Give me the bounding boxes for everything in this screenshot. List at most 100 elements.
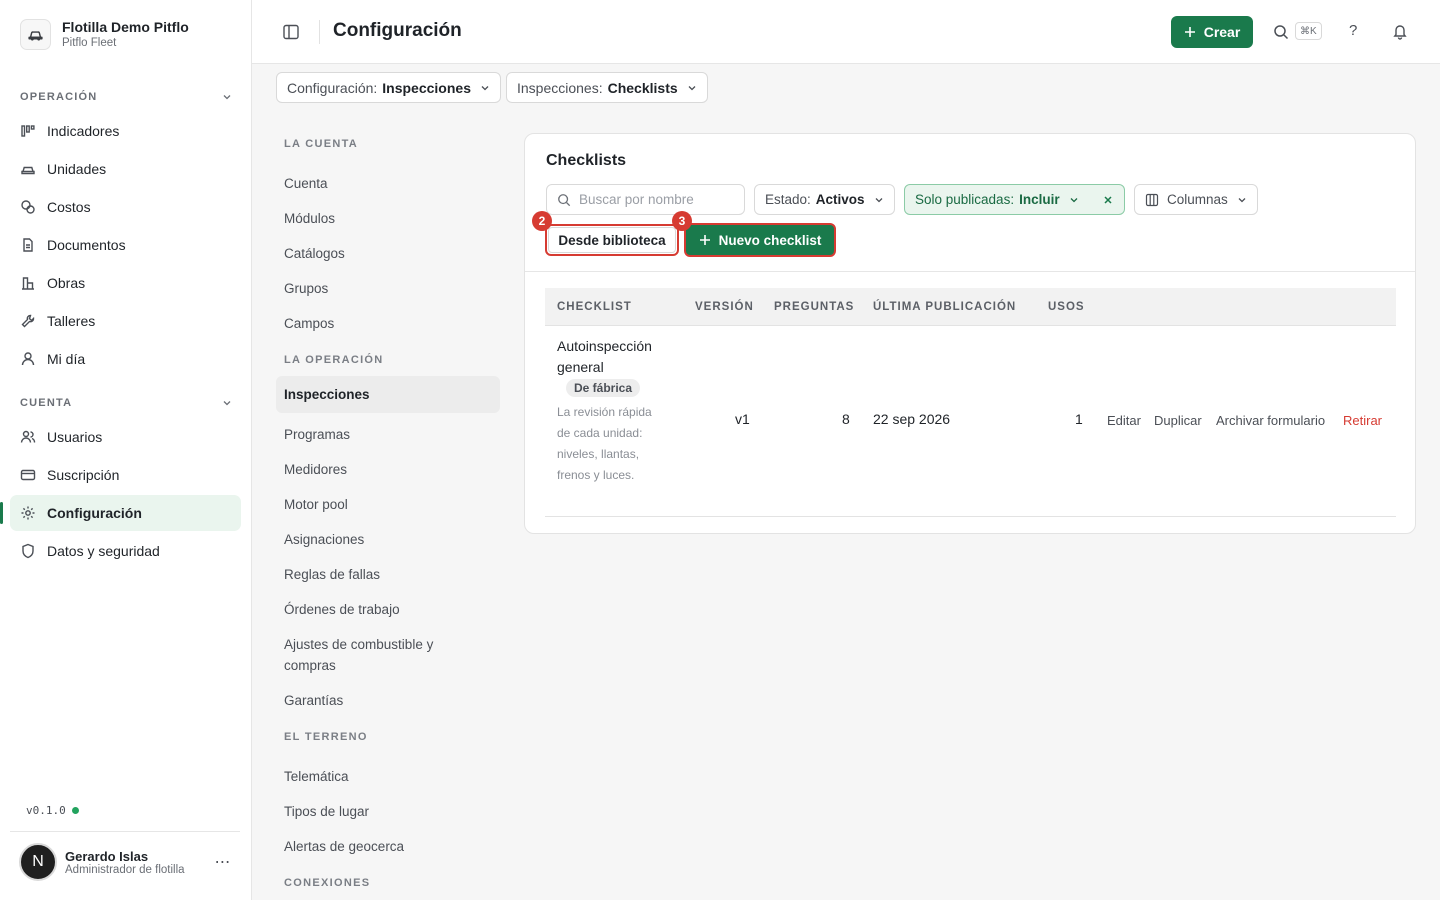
avatar: N [19, 843, 57, 881]
breadcrumb-prefix: Inspecciones: [517, 79, 603, 96]
sidebar-item-usuarios[interactable]: Usuarios [10, 419, 241, 455]
settings-item-telematica[interactable]: Telemática [276, 758, 500, 795]
settings-item-cuenta[interactable]: Cuenta [276, 165, 500, 202]
new-checklist-button[interactable]: Nuevo checklist [684, 223, 836, 257]
filter-solo-publicadas[interactable]: Solo publicadas: Incluir [904, 184, 1092, 215]
status-badge: De fábrica [566, 379, 641, 397]
create-button[interactable]: Crear [1171, 16, 1253, 48]
chevron-down-icon [1070, 197, 1078, 202]
column-header[interactable]: VERSIÓN [695, 301, 754, 313]
sidebar-item-label: Configuración [47, 505, 142, 521]
page-title: Configuración [333, 20, 462, 41]
from-library-label: Desde biblioteca [558, 232, 666, 248]
retire-link[interactable]: Retirar [1343, 413, 1382, 428]
archive-form-link[interactable]: Archivar formulario [1216, 413, 1325, 428]
help-icon[interactable]: ? [1349, 22, 1357, 39]
sidebar-item-costos[interactable]: Costos [10, 189, 241, 225]
status-dot [71, 807, 79, 814]
settings-item-grupos[interactable]: Grupos [276, 270, 500, 307]
bell-icon[interactable] [1392, 23, 1408, 40]
sidebar-item-suscripcion[interactable]: Suscripción [10, 457, 241, 493]
sidebar-item-label: Costos [47, 199, 91, 215]
user-menu[interactable]: N Gerardo Islas Administrador de flotill… [10, 831, 240, 881]
org-name: Flotilla Demo Pitflo [62, 19, 189, 35]
settings-group-label: LA OPERACIÓN [284, 354, 384, 366]
plus-icon [1184, 27, 1195, 37]
person-icon [21, 352, 35, 366]
breadcrumb-configuracion[interactable]: Configuración: Inspecciones [276, 72, 501, 103]
divider [319, 20, 320, 44]
close-icon [1103, 195, 1112, 204]
sidebar-item-label: Mi día [47, 351, 86, 367]
search-icon[interactable] [1273, 24, 1289, 40]
section-operacion-toggle[interactable]: OPERACIÓN [20, 91, 232, 103]
settings-item-campos[interactable]: Campos [276, 305, 500, 342]
sidebar-item-label: Talleres [47, 313, 96, 329]
org-switcher[interactable]: Flotilla Demo Pitflo Pitflo Fleet [20, 19, 189, 50]
settings-item-motor-pool[interactable]: Motor pool [276, 486, 500, 523]
settings-item-alertas-geocerca[interactable]: Alertas de geocerca [276, 828, 500, 865]
settings-item-catalogos[interactable]: Catálogos [276, 235, 500, 272]
settings-item-ajustes-combustible[interactable]: Ajustes de combustible y compras [276, 626, 466, 684]
wrench-icon [21, 314, 35, 328]
section-cuenta-toggle[interactable]: CUENTA [20, 397, 232, 409]
column-header[interactable]: USOS [1048, 301, 1085, 313]
chevron-down-icon [1238, 197, 1246, 202]
breadcrumb-inspecciones[interactable]: Inspecciones: Checklists [506, 72, 708, 103]
org-subtitle: Pitflo Fleet [62, 37, 117, 49]
settings-item-inspecciones[interactable]: Inspecciones [276, 376, 500, 413]
sidebar-item-unidades[interactable]: Unidades [10, 151, 241, 187]
search-field[interactable] [546, 184, 745, 215]
settings-item-tipos-de-lugar[interactable]: Tipos de lugar [276, 793, 500, 830]
settings-item-asignaciones[interactable]: Asignaciones [276, 521, 500, 558]
columns-icon [1145, 193, 1159, 206]
from-library-button[interactable]: Desde biblioteca [545, 224, 679, 256]
clear-filter-button[interactable] [1091, 184, 1125, 215]
settings-item-modulos[interactable]: Módulos [276, 200, 500, 237]
search-input[interactable] [579, 192, 729, 207]
column-header[interactable]: PREGUNTAS [774, 301, 854, 313]
columns-button[interactable]: Columnas [1134, 184, 1258, 215]
app-version: v0.1.0 [26, 804, 79, 817]
sidebar-item-obras[interactable]: Obras [10, 265, 241, 301]
settings-item-programas[interactable]: Programas [276, 416, 500, 453]
duplicate-link[interactable]: Duplicar [1154, 413, 1202, 428]
sidebar-item-indicadores[interactable]: Indicadores [10, 113, 241, 149]
sidebar-item-label: Obras [47, 275, 86, 291]
checklist-description: La revisión rápida de cada unidad: nivel… [557, 405, 652, 482]
column-header[interactable]: ÚLTIMA PUBLICACIÓN [873, 301, 1016, 313]
sidebar-item-datos-y-seguridad[interactable]: Datos y seguridad [10, 533, 241, 569]
building-icon [22, 277, 34, 290]
users-icon [20, 430, 36, 443]
settings-item-medidores[interactable]: Medidores [276, 451, 500, 488]
sidebar-item-configuracion[interactable]: Configuración [0, 495, 241, 531]
filter-estado[interactable]: Estado: Activos [754, 184, 895, 215]
sidebar-item-label: Documentos [47, 237, 126, 253]
more-options-icon[interactable]: ⋯ [215, 852, 232, 872]
edit-link[interactable]: Editar [1107, 413, 1141, 428]
sidebar-item-talleres[interactable]: Talleres [10, 303, 241, 339]
settings-item-ordenes-de-trabajo[interactable]: Órdenes de trabajo [276, 591, 500, 628]
sidebar-item-label: Datos y seguridad [47, 543, 160, 559]
checklist-name[interactable]: Autoinspección general [557, 336, 669, 378]
column-header[interactable]: CHECKLIST [557, 301, 632, 313]
settings-item-reglas-de-fallas[interactable]: Reglas de fallas [276, 556, 500, 593]
sidebar-toggle-icon[interactable] [282, 23, 300, 41]
filter-value: Activos [815, 192, 865, 207]
version-label: v0.1.0 [26, 804, 66, 817]
car-icon [20, 19, 51, 50]
sidebar-item-documentos[interactable]: Documentos [10, 227, 241, 263]
section-label: OPERACIÓN [20, 91, 98, 103]
table-row: Autoinspección general De fábrica La rev… [545, 326, 1396, 517]
table-header: CHECKLIST VERSIÓN PREGUNTAS ÚLTIMA PUBLI… [545, 288, 1396, 326]
checklist-version: v1 [735, 411, 750, 427]
sidebar-item-label: Usuarios [47, 429, 103, 445]
checklist-last-published: 22 sep 2026 [873, 411, 951, 427]
checklist-questions: 8 [842, 411, 850, 427]
top-bar: Configuración Crear ⌘K ? [252, 0, 1440, 64]
card-title: Checklists [546, 152, 627, 169]
sidebar-item-mi-dia[interactable]: Mi día [10, 341, 241, 377]
filter-prefix: Estado: [765, 192, 811, 207]
sidebar-item-label: Suscripción [47, 467, 120, 483]
settings-item-garantias[interactable]: Garantías [276, 682, 500, 719]
